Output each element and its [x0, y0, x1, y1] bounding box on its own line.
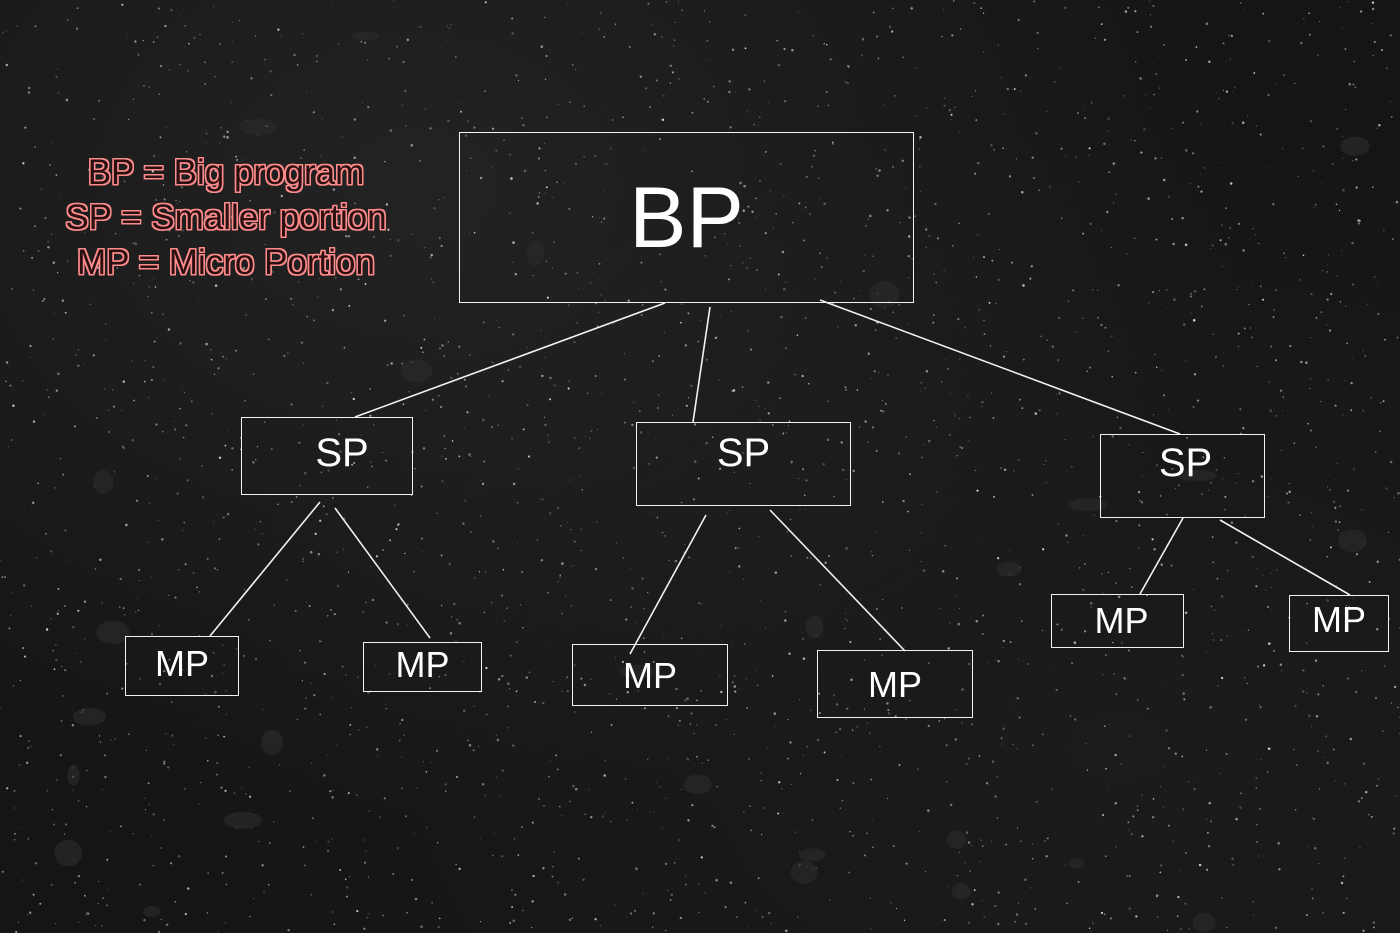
connector-sp3-mp1	[1139, 517, 1184, 595]
node-mp-3-2: MP	[1289, 595, 1389, 652]
node-mp-1-2: MP	[363, 642, 482, 692]
legend-bp: BP = Big program	[87, 153, 365, 192]
connector-sp3-mp2	[1219, 519, 1351, 596]
node-sp-2: SP	[636, 422, 851, 506]
node-mp-1-1: MP	[125, 636, 239, 696]
node-mp-2-2: MP	[817, 650, 973, 718]
connector-bp-sp3	[819, 299, 1181, 435]
node-sp-3: SP	[1100, 434, 1265, 518]
connector-bp-sp1	[354, 302, 666, 418]
node-bp: BP	[459, 132, 914, 303]
diagram-canvas: BP = Big program SP = Smaller portion MP…	[0, 0, 1400, 933]
node-sp-1: SP	[241, 417, 413, 495]
connector-sp2-mp1	[629, 514, 707, 655]
connector-sp1-mp1	[209, 501, 321, 637]
legend: BP = Big program SP = Smaller portion MP…	[26, 150, 426, 285]
legend-sp: SP = Smaller portion	[65, 198, 387, 237]
node-mp-2-1: MP	[572, 644, 728, 706]
legend-mp: MP = Micro Portion	[77, 243, 375, 282]
node-mp-3-1: MP	[1051, 594, 1184, 648]
connector-sp2-mp2	[769, 509, 906, 652]
connector-bp-sp2	[692, 306, 711, 423]
connector-sp1-mp2	[334, 507, 431, 639]
